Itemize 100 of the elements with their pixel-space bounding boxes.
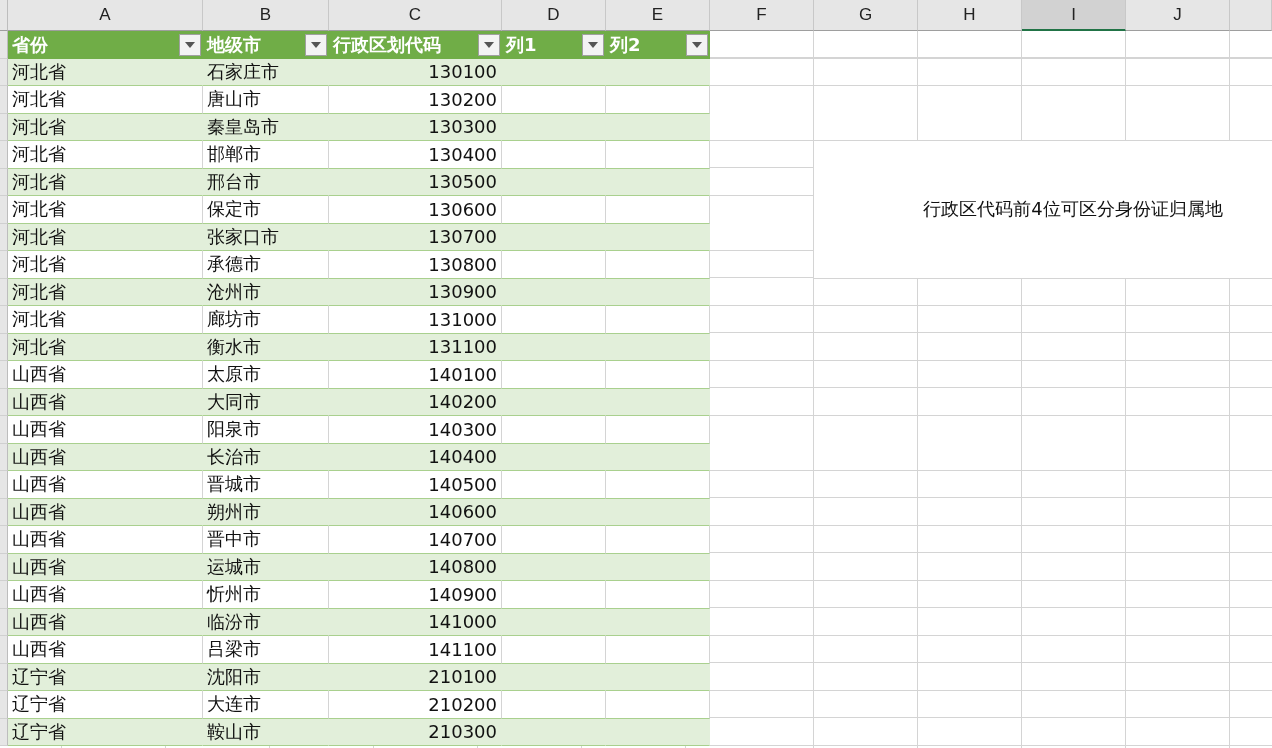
table-cell: 140900 xyxy=(329,581,502,609)
table-cell: 河北省 xyxy=(8,278,203,306)
table-cell: 130300 xyxy=(329,113,502,141)
table-cell: 吕梁市 xyxy=(203,636,329,664)
table-cell: 141100 xyxy=(329,636,502,664)
table-cell: 河北省 xyxy=(8,306,203,334)
caret-down-icon xyxy=(484,41,494,48)
filter-dropdown-button[interactable] xyxy=(686,33,708,56)
row-header[interactable] xyxy=(0,553,8,581)
table-cell: 130100 xyxy=(329,58,502,86)
table-cell: 临汾市 xyxy=(203,608,329,636)
select-all-corner[interactable] xyxy=(0,0,8,31)
row-header[interactable] xyxy=(0,581,8,609)
table-cell: 131000 xyxy=(329,306,502,334)
row-header[interactable] xyxy=(0,443,8,471)
column-header[interactable]: F xyxy=(710,0,814,31)
table-cell: 长治市 xyxy=(203,443,329,471)
table-cell: 140700 xyxy=(329,526,502,554)
column-header[interactable]: H xyxy=(918,0,1022,31)
column-header[interactable]: I xyxy=(1022,0,1126,31)
row-header[interactable] xyxy=(0,31,8,59)
table-cell: 河北省 xyxy=(8,113,203,141)
table-cell: 辽宁省 xyxy=(8,691,203,719)
table-cell: 山西省 xyxy=(8,581,203,609)
table-cell: 140200 xyxy=(329,388,502,416)
table-cell: 140800 xyxy=(329,553,502,581)
table-cell: 大连市 xyxy=(203,691,329,719)
row-header[interactable] xyxy=(0,416,8,444)
table-cell: 河北省 xyxy=(8,141,203,169)
note-text: 行政区代码前4位可区分身份证归属地 xyxy=(923,197,1223,222)
column-title: 列2 xyxy=(610,32,641,57)
table-cell: 邢台市 xyxy=(203,168,329,196)
row-header[interactable] xyxy=(0,333,8,361)
table-cell: 140500 xyxy=(329,471,502,499)
filter-dropdown-button[interactable] xyxy=(582,33,604,56)
table-cell: 阳泉市 xyxy=(203,416,329,444)
table-cell: 140600 xyxy=(329,498,502,526)
table-cell: 河北省 xyxy=(8,168,203,196)
table-cell: 朔州市 xyxy=(203,498,329,526)
row-header[interactable] xyxy=(0,526,8,554)
row-header[interactable] xyxy=(0,663,8,691)
filter-dropdown-button[interactable] xyxy=(305,33,327,56)
table-cell: 130200 xyxy=(329,86,502,114)
table-cell: 唐山市 xyxy=(203,86,329,114)
caret-down-icon xyxy=(185,41,195,48)
column-header[interactable]: D xyxy=(502,0,606,31)
table-cell: 忻州市 xyxy=(203,581,329,609)
table-cell: 山西省 xyxy=(8,361,203,389)
filter-dropdown-button[interactable] xyxy=(478,33,500,56)
row-header[interactable] xyxy=(0,113,8,141)
table-cell: 河北省 xyxy=(8,86,203,114)
table-cell: 河北省 xyxy=(8,333,203,361)
column-header[interactable]: B xyxy=(203,0,329,31)
column-title: 省份 xyxy=(12,32,48,57)
row-header[interactable] xyxy=(0,361,8,389)
table-cell: 130900 xyxy=(329,278,502,306)
table-cell: 邯郸市 xyxy=(203,141,329,169)
table-cell: 130700 xyxy=(329,223,502,251)
table-cell: 山西省 xyxy=(8,471,203,499)
table-cell: 晋城市 xyxy=(203,471,329,499)
table-cell: 山西省 xyxy=(8,636,203,664)
row-header[interactable] xyxy=(0,691,8,719)
table-cell: 山西省 xyxy=(8,443,203,471)
column-header[interactable]: E xyxy=(606,0,710,31)
column-header[interactable]: J xyxy=(1126,0,1230,31)
row-header[interactable] xyxy=(0,388,8,416)
filter-dropdown-button[interactable] xyxy=(179,33,201,56)
row-header[interactable] xyxy=(0,86,8,114)
row-header[interactable] xyxy=(0,251,8,279)
row-header[interactable] xyxy=(0,223,8,251)
caret-down-icon xyxy=(588,41,598,48)
row-header[interactable] xyxy=(0,141,8,169)
column-header[interactable]: A xyxy=(8,0,203,31)
row-header[interactable] xyxy=(0,636,8,664)
row-header[interactable] xyxy=(0,608,8,636)
column-header[interactable]: G xyxy=(814,0,918,31)
table-cell: 140100 xyxy=(329,361,502,389)
row-header[interactable] xyxy=(0,498,8,526)
table-cell: 运城市 xyxy=(203,553,329,581)
row-header[interactable] xyxy=(0,196,8,224)
row-header[interactable] xyxy=(0,58,8,86)
row-header[interactable] xyxy=(0,471,8,499)
table-cell: 辽宁省 xyxy=(8,663,203,691)
table-cell: 秦皇岛市 xyxy=(203,113,329,141)
column-header[interactable] xyxy=(1230,0,1272,31)
column-header[interactable]: C xyxy=(329,0,502,31)
column-title: 行政区划代码 xyxy=(333,32,441,57)
row-header[interactable] xyxy=(0,306,8,334)
table-cell: 河北省 xyxy=(8,58,203,86)
table-cell: 130600 xyxy=(329,196,502,224)
table-cell: 141000 xyxy=(329,608,502,636)
row-header[interactable] xyxy=(0,278,8,306)
table-cell: 山西省 xyxy=(8,498,203,526)
table-cell: 山西省 xyxy=(8,416,203,444)
table-cell: 太原市 xyxy=(203,361,329,389)
table-cell: 140300 xyxy=(329,416,502,444)
table-cell: 山西省 xyxy=(8,608,203,636)
row-header[interactable] xyxy=(0,718,8,746)
table-cell: 河北省 xyxy=(8,196,203,224)
row-header[interactable] xyxy=(0,168,8,196)
